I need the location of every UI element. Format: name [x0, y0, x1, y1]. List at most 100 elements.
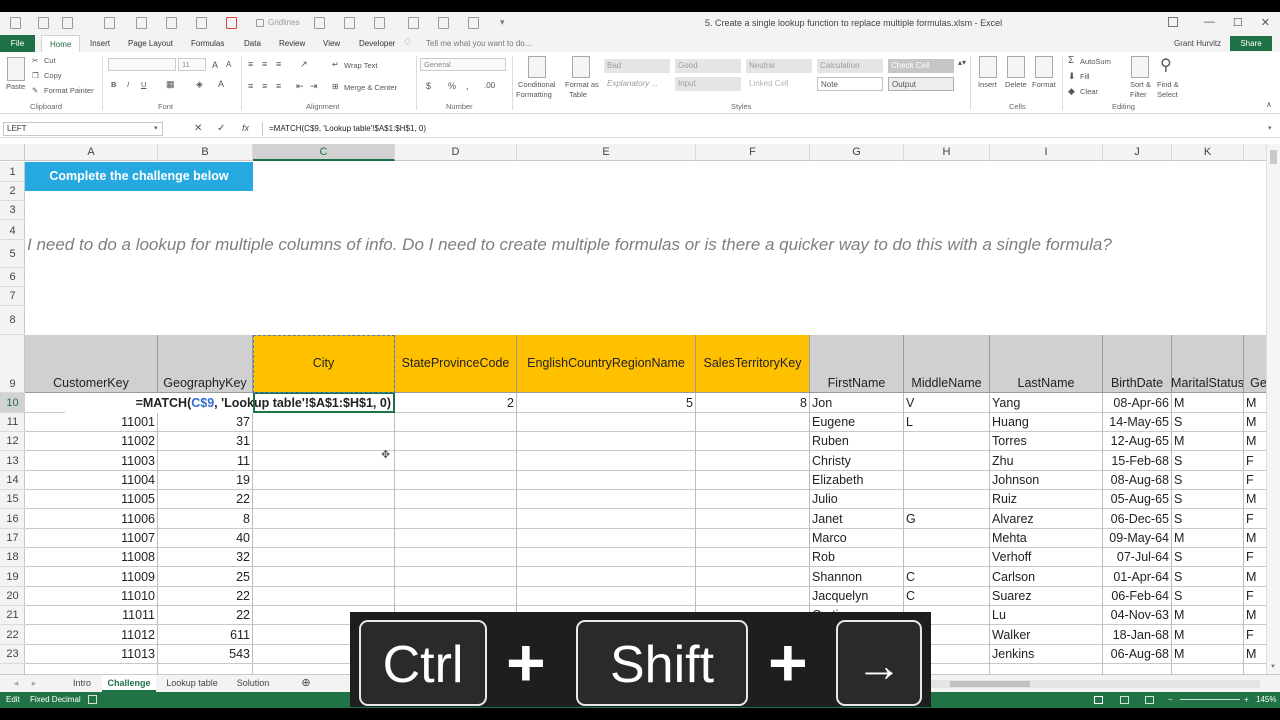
- table-cell[interactable]: 11007: [25, 529, 158, 548]
- clear-icon[interactable]: ◆: [1068, 86, 1075, 97]
- table-cell[interactable]: M: [1174, 645, 1244, 664]
- cell-h10[interactable]: V: [906, 393, 990, 413]
- new-file-icon[interactable]: [136, 17, 147, 29]
- table-cell[interactable]: Verhoff: [992, 548, 1103, 567]
- table-cell[interactable]: S: [1174, 548, 1244, 567]
- format-cells-icon[interactable]: [1035, 56, 1053, 78]
- row-header-23[interactable]: 23: [0, 645, 25, 664]
- horizontal-scroll-thumb[interactable]: [950, 681, 1030, 687]
- table-cell[interactable]: Mehta: [992, 529, 1103, 548]
- table-cell[interactable]: 611: [158, 625, 253, 645]
- table-cell[interactable]: 22: [158, 490, 253, 509]
- table-cell[interactable]: 11002: [25, 432, 158, 451]
- percent-button[interactable]: %: [448, 81, 456, 91]
- cell-g10[interactable]: Jon: [812, 393, 904, 413]
- save-icon[interactable]: [10, 17, 21, 29]
- format-painter-icon[interactable]: ✎: [32, 86, 38, 95]
- row-header-22[interactable]: 22: [0, 625, 25, 645]
- eraser-icon[interactable]: [226, 17, 237, 29]
- table-cell[interactable]: Walker: [992, 625, 1103, 645]
- wrap-text-button[interactable]: Wrap Text: [344, 61, 378, 70]
- table-cell[interactable]: M: [1246, 413, 1266, 432]
- cell-f10[interactable]: 8: [696, 393, 810, 413]
- merge-icon[interactable]: ⊞: [332, 82, 339, 91]
- tab-page-layout[interactable]: Page Layout: [128, 35, 173, 52]
- autosum-icon[interactable]: Σ: [1068, 55, 1074, 66]
- grow-font-icon[interactable]: A: [212, 60, 218, 70]
- close-button[interactable]: ✕: [1261, 16, 1270, 29]
- font-color-icon[interactable]: A: [218, 79, 224, 89]
- paste-button[interactable]: Paste: [6, 82, 25, 91]
- style-calculation[interactable]: Calculation: [817, 59, 883, 73]
- table-cell[interactable]: M: [1246, 490, 1266, 509]
- tab-review[interactable]: Review: [279, 35, 305, 52]
- style-check-cell[interactable]: Check Cell: [888, 59, 954, 73]
- gridlines-checkbox[interactable]: [256, 19, 264, 27]
- row-header-16[interactable]: 16: [0, 509, 25, 529]
- camera-icon[interactable]: [374, 17, 385, 29]
- table-cell[interactable]: [906, 451, 990, 471]
- tab-file[interactable]: File: [0, 35, 35, 52]
- zoom-level[interactable]: 145%: [1256, 692, 1276, 708]
- table-cell[interactable]: [906, 471, 990, 490]
- table-cell[interactable]: Johnson: [992, 471, 1103, 490]
- comma-button[interactable]: ,: [466, 81, 469, 91]
- table-cell[interactable]: M: [1246, 432, 1266, 451]
- row-header-2[interactable]: 2: [0, 182, 25, 201]
- conditional-formatting-icon[interactable]: [528, 56, 546, 78]
- style-linked-cell[interactable]: Linked Cell: [746, 77, 812, 91]
- sort-filter-icon[interactable]: [1131, 56, 1149, 78]
- borders-icon[interactable]: ▦: [166, 79, 175, 90]
- table-cell[interactable]: 11011: [25, 606, 158, 625]
- table-cell[interactable]: F: [1246, 548, 1266, 567]
- table-cell[interactable]: [906, 529, 990, 548]
- table-cell[interactable]: F: [1246, 587, 1266, 606]
- name-box[interactable]: LEFT: [3, 122, 163, 136]
- table-cell[interactable]: M: [1246, 606, 1266, 625]
- table-cell[interactable]: M: [1246, 529, 1266, 548]
- table-cell[interactable]: 37: [158, 413, 253, 432]
- table-cell[interactable]: 06-Aug-68: [1103, 645, 1172, 664]
- table-cell[interactable]: 11008: [25, 548, 158, 567]
- row-header-12[interactable]: 12: [0, 432, 25, 451]
- minimize-button[interactable]: —: [1204, 16, 1215, 29]
- row-header-9[interactable]: 9: [0, 335, 25, 393]
- table-cell[interactable]: 05-Aug-65: [1103, 490, 1172, 509]
- tab-formulas[interactable]: Formulas: [191, 35, 224, 52]
- row-header-7[interactable]: 7: [0, 287, 25, 306]
- cell-e10[interactable]: 5: [517, 393, 696, 413]
- table-cell[interactable]: M: [1246, 567, 1266, 587]
- row-header-4[interactable]: 4: [0, 220, 25, 240]
- table-cell[interactable]: 11006: [25, 509, 158, 529]
- column-header-j[interactable]: J: [1103, 144, 1172, 161]
- style-input[interactable]: Input: [675, 77, 741, 91]
- conditional-formatting-label-1[interactable]: Conditional: [518, 80, 556, 89]
- table-cell[interactable]: 11003: [25, 451, 158, 471]
- increase-indent-icon[interactable]: ⇥: [310, 81, 318, 92]
- table-cell[interactable]: F: [1246, 451, 1266, 471]
- table-cell[interactable]: Marco: [812, 529, 904, 548]
- horizontal-scrollbar[interactable]: [930, 680, 1260, 688]
- page-layout-view-icon[interactable]: [1120, 696, 1129, 704]
- table-cell[interactable]: 40: [158, 529, 253, 548]
- table-cell[interactable]: 09-May-64: [1103, 529, 1172, 548]
- cell-k10[interactable]: M: [1174, 393, 1244, 413]
- style-output[interactable]: Output: [888, 77, 954, 91]
- table-cell[interactable]: 06-Dec-65: [1103, 509, 1172, 529]
- format-painter-button[interactable]: Format Painter: [44, 86, 94, 95]
- number-format-combo[interactable]: General: [420, 58, 506, 71]
- table-cell[interactable]: 11005: [25, 490, 158, 509]
- decrease-indent-icon[interactable]: ⇤: [296, 81, 304, 92]
- table-cell[interactable]: Huang: [992, 413, 1103, 432]
- scroll-down-icon[interactable]: ▼: [1270, 664, 1276, 670]
- currency-button[interactable]: $: [426, 81, 431, 91]
- table-cell[interactable]: 08-Aug-68: [1103, 471, 1172, 490]
- name-box-dropdown-icon[interactable]: ▾: [154, 124, 158, 132]
- scissors-icon[interactable]: ✂: [32, 56, 38, 65]
- row-header-21[interactable]: 21: [0, 606, 25, 625]
- row-header-3[interactable]: 3: [0, 201, 25, 220]
- scroll-thumb[interactable]: [1270, 150, 1277, 164]
- table-cell[interactable]: Lu: [992, 606, 1103, 625]
- tab-home[interactable]: Home: [41, 35, 81, 52]
- table-cell[interactable]: Christy: [812, 451, 904, 471]
